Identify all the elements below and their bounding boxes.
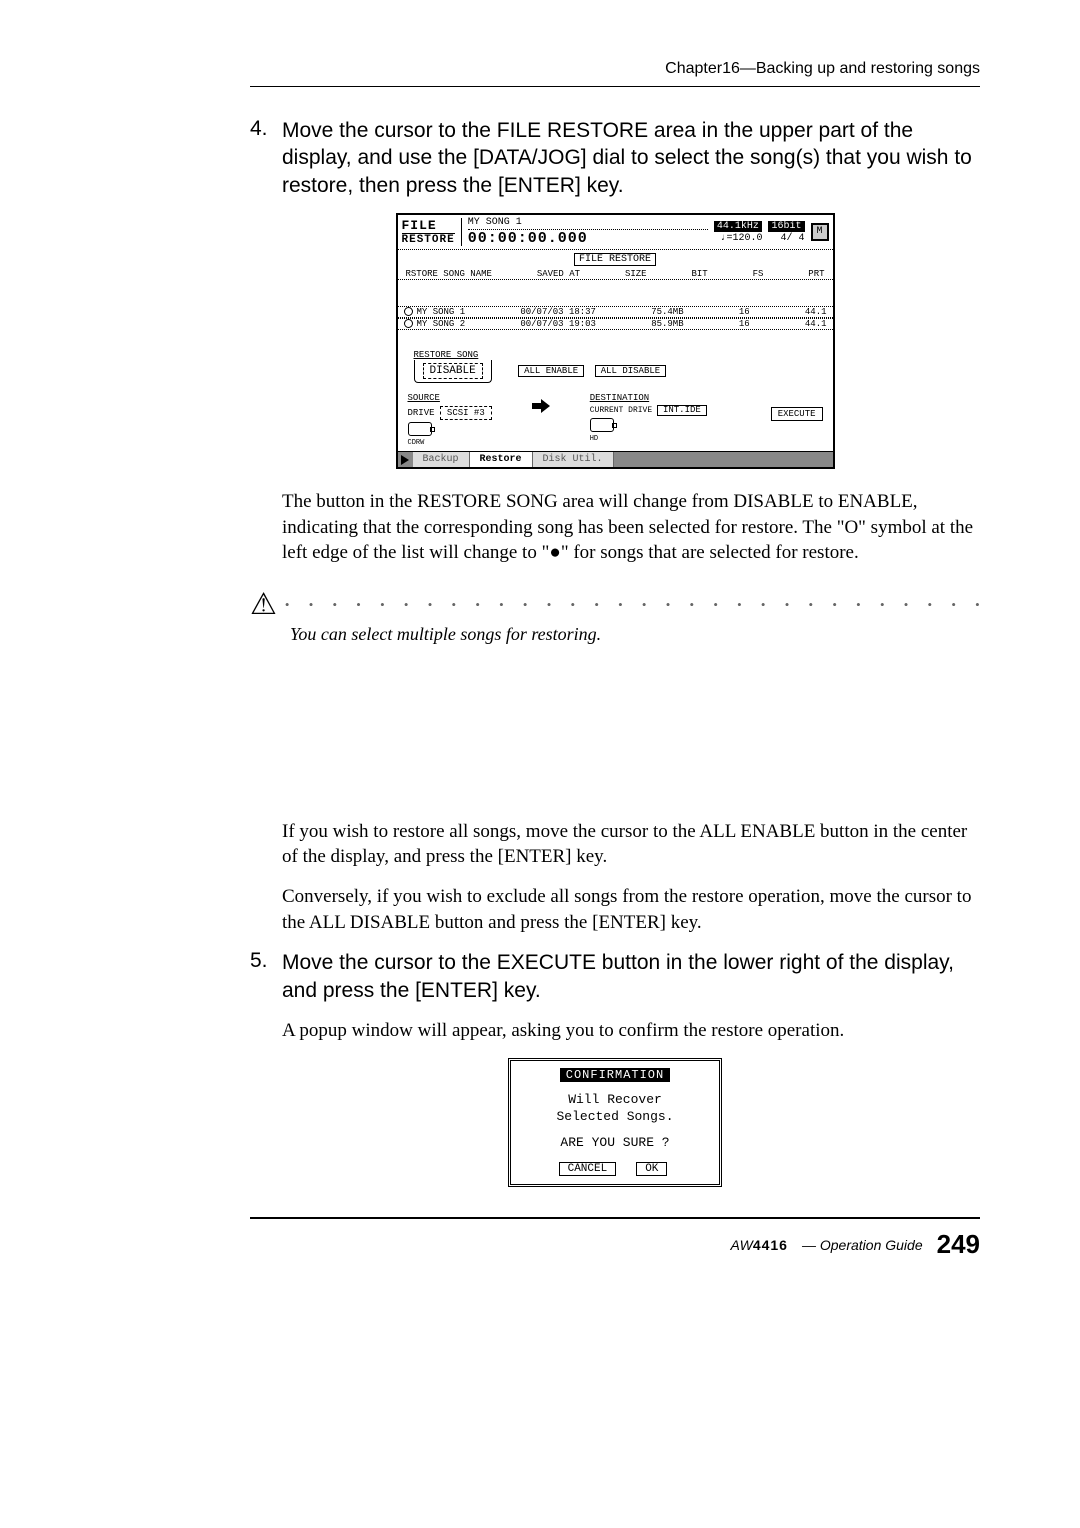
selection-circle-icon [404,319,413,328]
khz-badge: 44.1kHz [714,221,762,232]
song-name: MY SONG 1 [468,217,708,230]
col-size: SIZE [625,269,647,279]
song-row-1[interactable]: MY SONG 1 00/07/03 18:37 75.4MB 16 44.1 [398,306,833,318]
col-bit: BIT [691,269,707,279]
row-fs: 44.1 [805,319,827,329]
cdrw-label: CDRW [408,439,492,447]
row-bit: 16 [739,319,750,329]
header-rule [250,86,980,87]
step-5: 5. Move the cursor to the EXECUTE button… [250,949,980,1004]
timecode: 00:00:00.000 [468,230,708,247]
execute-button[interactable]: EXECUTE [771,407,823,421]
file-restore-label: FILE RESTORE [574,253,656,266]
page-number: 249 [937,1229,980,1260]
col-prt: PRT [808,269,824,279]
destination-label: DESTINATION [590,393,711,403]
arrow-icon [532,399,550,447]
footer-label: — Operation Guide [802,1237,923,1253]
row-size: 85.9MB [651,319,683,329]
paragraph-1: The button in the RESTORE SONG area will… [282,489,980,566]
screen-title-1: FILE [402,218,455,233]
source-drive-button[interactable]: SCSI #3 [440,406,492,420]
paragraph-3: Conversely, if you wish to exclude all s… [282,884,980,935]
popup-line-1: Will Recover [515,1092,715,1109]
song-row-2[interactable]: MY SONG 2 00/07/03 19:03 85.9MB 16 44.1 [398,318,833,330]
col-saved: SAVED AT [537,269,580,279]
current-drive-label: CURRENT DRIVE [590,406,652,415]
drive-label: DRIVE [408,408,435,418]
paragraph-4: A popup window will appear, asking you t… [282,1018,980,1044]
all-enable-button[interactable]: ALL ENABLE [518,365,584,377]
chapter-header: Chapter16—Backing up and restoring songs [250,60,980,78]
col-name: RSTORE SONG NAME [406,269,492,279]
dest-drive-button[interactable]: INT.IDE [657,405,707,416]
step-text: Move the cursor to the FILE RESTORE area… [282,117,980,199]
row-fs: 44.1 [805,307,827,317]
row-size: 75.4MB [651,307,683,317]
brand: AW4416 [731,1237,788,1253]
popup-title: CONFIRMATION [560,1068,670,1082]
row-name: MY SONG 2 [417,319,466,329]
screen-title-2: RESTORE [402,233,455,246]
time-signature: 4/ 4 [780,233,804,244]
tab-restore[interactable]: Restore [470,452,533,467]
lcd-screenshot: FILE RESTORE MY SONG 1 00:00:00.000 44.1… [396,213,835,469]
confirmation-popup: CONFIRMATION Will Recover Selected Songs… [508,1058,722,1188]
step-number: 4. [250,117,282,141]
selection-circle-icon [404,307,413,316]
disable-button[interactable]: DISABLE [423,363,483,379]
tab-backup[interactable]: Backup [413,452,470,467]
tempo: ♩=120.0 [720,233,762,244]
step-number: 5. [250,949,282,973]
popup-line-3: ARE YOU SURE ? [515,1135,715,1152]
popup-line-2: Selected Songs. [515,1109,715,1126]
hd-icon [590,418,614,432]
step-4: 4. Move the cursor to the FILE RESTORE a… [250,117,980,199]
cdrw-icon [408,422,432,436]
note-text-1: You can select multiple songs for restor… [290,624,980,645]
all-disable-button[interactable]: ALL DISABLE [595,365,666,377]
page-footer: AW4416 — Operation Guide 249 [250,1217,980,1260]
bit-badge: 16bit [768,221,804,232]
tab-disk-util[interactable]: Disk Util. [533,452,614,467]
col-fs: FS [753,269,764,279]
ok-button[interactable]: OK [636,1162,667,1176]
dotted-rule: • • • • • • • • • • • • • • • • • • • • … [285,597,980,613]
source-label: SOURCE [408,393,492,403]
cancel-button[interactable]: CANCEL [559,1162,617,1176]
step-text: Move the cursor to the EXECUTE button in… [282,949,980,1004]
row-saved: 00/07/03 19:03 [520,319,596,329]
column-headers: RSTORE SONG NAME SAVED AT SIZE BIT FS PR… [398,269,833,280]
m-indicator: M [811,223,829,241]
row-saved: 00/07/03 18:37 [520,307,596,317]
caution-row: ⚠ • • • • • • • • • • • • • • • • • • • … [250,590,980,620]
warning-icon: ⚠ [250,590,277,620]
paragraph-2: If you wish to restore all songs, move t… [282,819,980,870]
row-bit: 16 [739,307,750,317]
play-icon [401,455,409,465]
row-name: MY SONG 1 [417,307,466,317]
restore-song-label: RESTORE SONG [414,350,827,360]
hd-label: HD [590,435,711,443]
